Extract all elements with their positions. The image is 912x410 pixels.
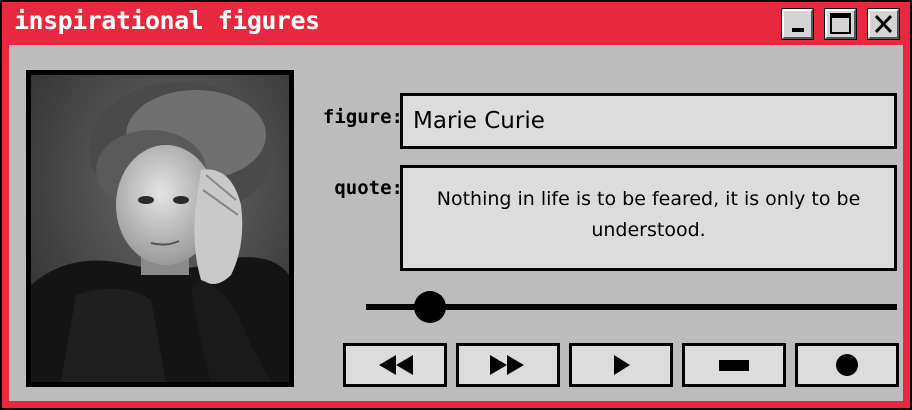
fast-forward-icon xyxy=(490,355,524,375)
quote-label: quote: xyxy=(334,177,403,199)
maximize-icon xyxy=(830,13,851,34)
fast-forward-button[interactable] xyxy=(456,343,560,387)
content-panel: figure: Marie Curie quote: Nothing in li… xyxy=(9,45,903,401)
figure-field[interactable]: Marie Curie xyxy=(400,93,897,149)
progress-slider[interactable] xyxy=(366,291,897,323)
play-icon xyxy=(614,355,630,375)
close-icon xyxy=(874,14,893,34)
stop-icon xyxy=(719,360,749,371)
maximize-button[interactable] xyxy=(824,8,857,40)
rewind-button[interactable] xyxy=(343,343,447,387)
quote-field[interactable]: Nothing in life is to be feared, it is o… xyxy=(400,165,897,271)
stop-button[interactable] xyxy=(682,343,786,387)
record-icon xyxy=(836,354,858,376)
record-button[interactable] xyxy=(795,343,899,387)
minimize-button[interactable] xyxy=(781,8,814,40)
minimize-icon xyxy=(792,28,804,32)
rewind-icon xyxy=(379,355,413,375)
window-title: inspirational figures xyxy=(14,6,320,35)
play-button[interactable] xyxy=(569,343,673,387)
slider-thumb[interactable] xyxy=(413,291,446,323)
figure-label: figure: xyxy=(322,106,403,128)
portrait-photo xyxy=(26,70,294,387)
portrait-illustration xyxy=(31,75,289,382)
app-window: inspirational figures figure: Marie Curi… xyxy=(0,0,912,410)
close-button[interactable] xyxy=(867,8,900,40)
